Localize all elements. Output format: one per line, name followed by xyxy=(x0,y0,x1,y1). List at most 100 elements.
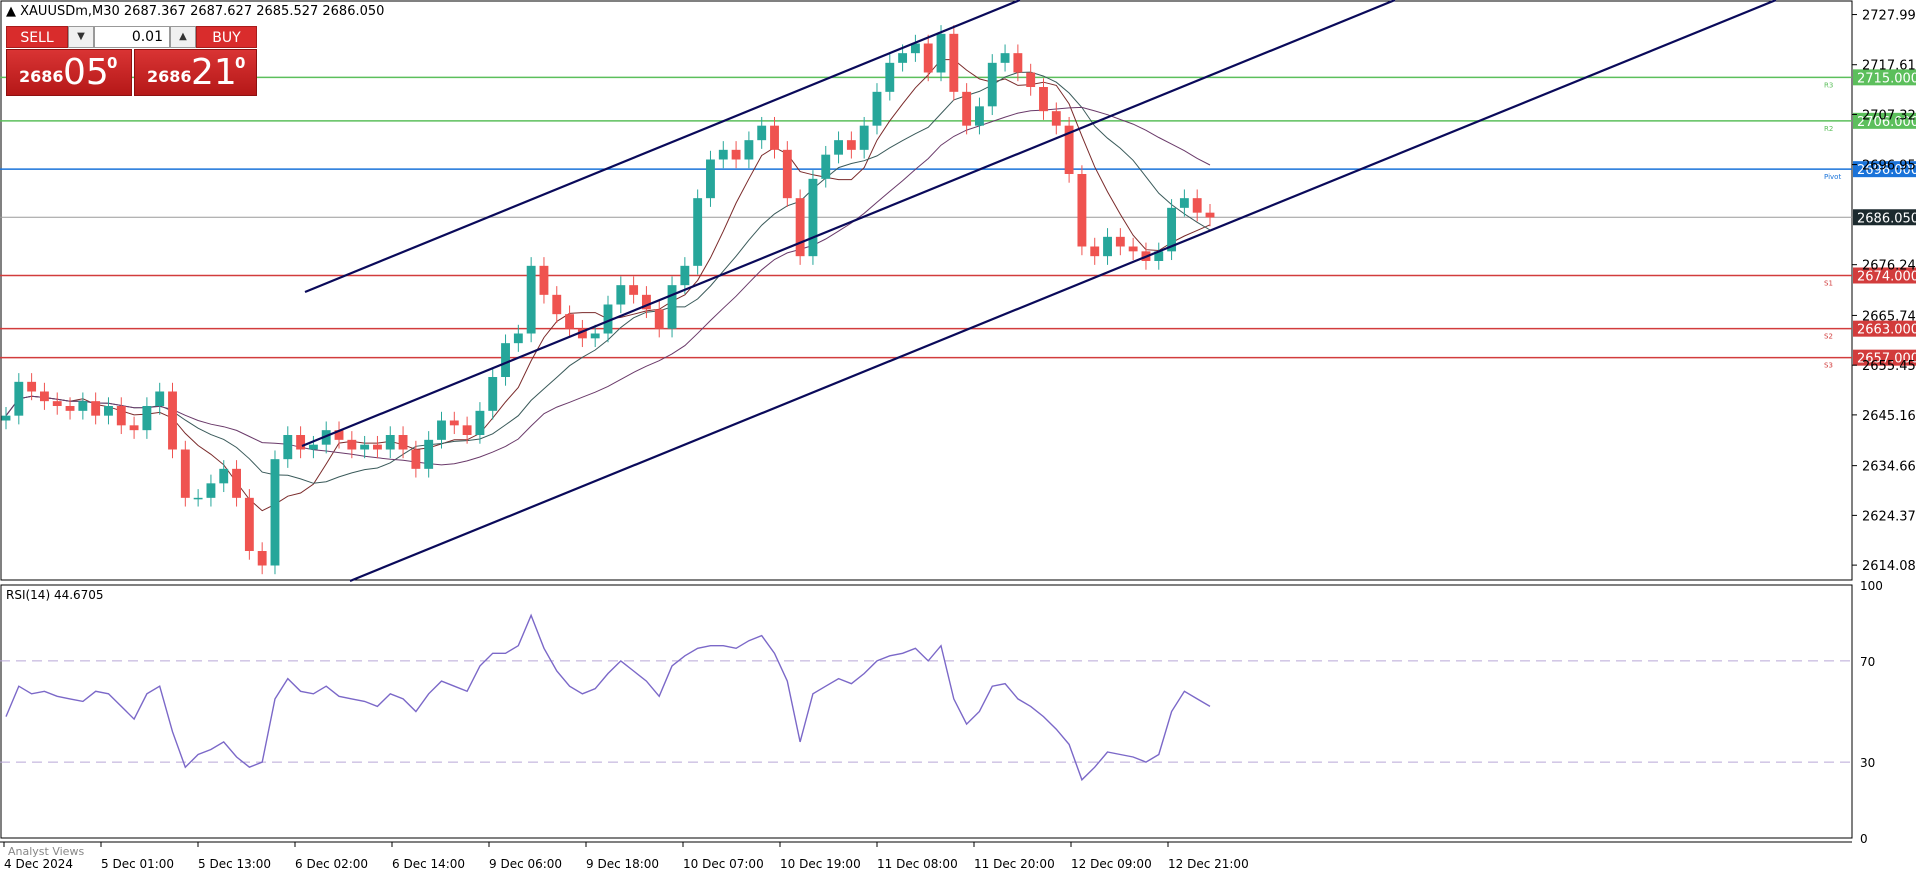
buy-button[interactable]: BUY xyxy=(196,26,257,48)
candle-body xyxy=(654,309,664,329)
level-price-label: 2663.000 xyxy=(1857,323,1916,338)
level-tag-label: S3 xyxy=(1824,362,1833,370)
analyst-views-label[interactable]: Analyst Views xyxy=(8,845,84,858)
candle-body xyxy=(424,439,434,469)
candle-body xyxy=(962,91,972,126)
candle-body xyxy=(936,33,946,73)
candle-body xyxy=(180,449,190,498)
price-tick-label: 2624.370 xyxy=(1862,509,1916,524)
time-tick-label: 6 Dec 02:00 xyxy=(295,857,368,871)
level-tag-label: Pivot xyxy=(1824,173,1841,181)
lot-increase-button[interactable]: ▲ xyxy=(170,26,196,48)
candle-body xyxy=(385,435,395,450)
price-tick-label: 2696.950 xyxy=(1862,159,1916,174)
lot-decrease-button[interactable]: ▼ xyxy=(68,26,94,48)
candle-body xyxy=(78,401,88,411)
time-tick-label: 12 Dec 21:00 xyxy=(1168,857,1249,871)
candle-body xyxy=(859,125,869,150)
candle-body xyxy=(1,415,11,421)
candle-body xyxy=(539,265,549,295)
candle-body xyxy=(1039,87,1048,112)
candle-body xyxy=(129,425,139,431)
candle-body xyxy=(206,483,216,498)
candle-body xyxy=(949,33,959,92)
candle-body xyxy=(1115,236,1125,247)
candle-body xyxy=(590,333,600,339)
price-tick-label: 2727.990 xyxy=(1862,9,1916,24)
candle-body xyxy=(193,497,203,500)
candle-body xyxy=(872,91,882,126)
candle-body xyxy=(834,140,843,155)
buy-price-button[interactable]: 2686 21 0 xyxy=(134,49,257,96)
candle-body xyxy=(821,154,831,179)
candle-body xyxy=(91,401,101,416)
candle-body xyxy=(65,406,75,411)
time-tick-label: 9 Dec 18:00 xyxy=(586,857,659,871)
sell-price-small: 2686 xyxy=(19,67,64,86)
sell-price-sup: 0 xyxy=(107,54,118,72)
candle-body xyxy=(616,285,626,305)
candle-body xyxy=(1205,212,1215,218)
candle-body xyxy=(1103,236,1112,257)
candle-body xyxy=(667,285,677,329)
candle-body xyxy=(116,406,126,426)
channel-trendline[interactable] xyxy=(349,0,1777,583)
candle-body xyxy=(398,435,408,450)
candle-body xyxy=(501,343,510,377)
time-tick-label: 11 Dec 20:00 xyxy=(974,857,1055,871)
buy-price-sup: 0 xyxy=(235,54,246,72)
time-tick-label: 6 Dec 14:00 xyxy=(392,857,465,871)
candle-body xyxy=(219,468,229,484)
candle-body xyxy=(987,62,997,107)
current-price-label: 2686.050 xyxy=(1857,211,1916,226)
rsi-panel-frame xyxy=(0,584,1853,839)
candle-body xyxy=(808,178,818,257)
candle-body xyxy=(923,43,933,73)
candle-body xyxy=(885,62,895,92)
price-chart[interactable]: 2715.000R32706.000R22696.000Pivot2674.00… xyxy=(0,0,1916,874)
candle-body xyxy=(411,449,421,469)
candle-body xyxy=(1013,53,1023,73)
candle-body xyxy=(52,401,62,406)
candle-body xyxy=(168,391,177,450)
candle-body xyxy=(39,391,49,402)
candle-body xyxy=(680,265,690,286)
moving-average-slow xyxy=(5,106,1211,466)
time-tick-label: 10 Dec 19:00 xyxy=(780,857,861,871)
level-tag-label: R3 xyxy=(1824,81,1833,89)
candle-body xyxy=(308,444,318,450)
time-tick-label: 5 Dec 01:00 xyxy=(101,857,174,871)
candle-body xyxy=(462,425,472,435)
price-tick-label: 2676.240 xyxy=(1862,259,1916,274)
price-tick-label: 2717.610 xyxy=(1862,59,1916,74)
candle-body xyxy=(437,420,446,440)
candle-body xyxy=(283,435,293,460)
moving-average-fast xyxy=(5,59,1211,512)
price-tick-label: 2665.740 xyxy=(1862,309,1916,324)
candle-body xyxy=(629,285,639,295)
candle-body xyxy=(347,439,357,450)
sell-price-big: 05 xyxy=(63,52,109,93)
candle-body xyxy=(552,294,562,315)
candle-body xyxy=(488,377,498,411)
sell-price-button[interactable]: 2686 05 0 xyxy=(6,49,132,96)
candle-body xyxy=(975,106,984,126)
time-tick-label: 5 Dec 13:00 xyxy=(198,857,271,871)
sell-button[interactable]: SELL xyxy=(6,26,68,48)
lot-size-input[interactable]: 0.01 xyxy=(94,26,170,48)
one-click-trading-panel: SELL ▼ 0.01 ▲ BUY 2686 05 0 2686 21 0 xyxy=(6,26,257,96)
candle-body xyxy=(513,333,523,344)
channel-trendline[interactable] xyxy=(304,0,1021,294)
candle-body xyxy=(1090,246,1100,257)
level-tag-label: S2 xyxy=(1824,333,1833,341)
candle-body xyxy=(296,435,306,450)
candle-body xyxy=(14,381,24,416)
candle-body xyxy=(898,53,908,63)
candle-body xyxy=(449,420,459,426)
level-tag-label: R2 xyxy=(1824,125,1833,133)
candle-body xyxy=(360,444,370,450)
candle-body xyxy=(782,149,792,199)
price-tick-label: 2634.660 xyxy=(1862,460,1916,475)
candle-body xyxy=(270,459,280,566)
candle-body xyxy=(257,551,267,566)
